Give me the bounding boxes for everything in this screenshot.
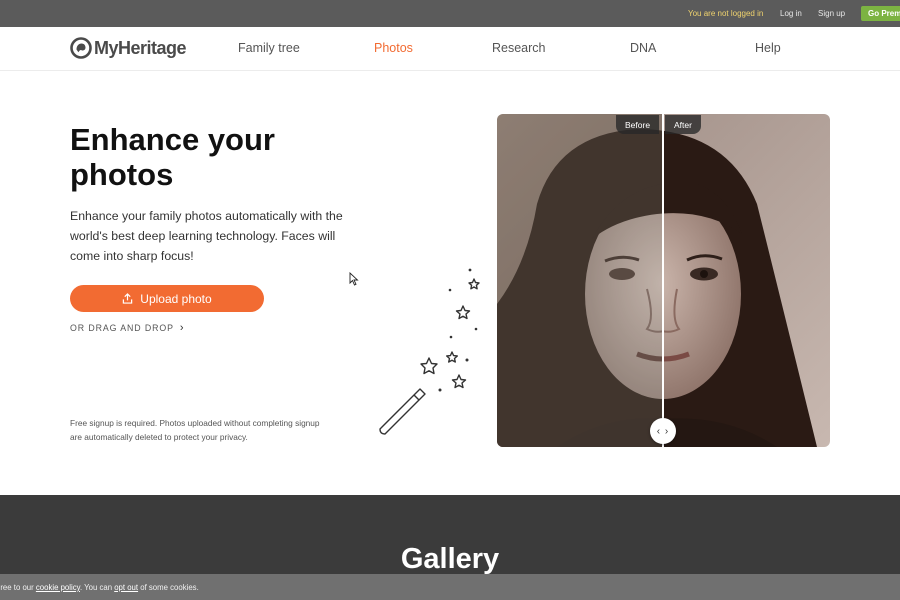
nav-item-family-tree[interactable]: Family tree <box>238 41 300 55</box>
cookie-banner: gree to our cookie policy. You can opt o… <box>0 574 900 600</box>
upload-icon <box>123 293 133 304</box>
cookie-policy-link[interactable]: cookie policy <box>36 583 80 592</box>
after-label: After <box>665 115 701 134</box>
upload-photo-label: Upload photo <box>140 291 212 306</box>
gallery-title: Gallery <box>400 543 500 575</box>
compare-handle-icon[interactable]: ‹ › <box>650 418 676 444</box>
upload-photo-button[interactable]: Upload photo <box>70 285 264 312</box>
nav-item-help[interactable]: Help <box>755 41 781 55</box>
portrait-illustration <box>497 114 830 447</box>
cursor-icon <box>349 272 359 286</box>
nav-item-research[interactable]: Research <box>492 41 546 55</box>
nav-item-dna[interactable]: DNA <box>630 41 656 55</box>
privacy-fine-print: Free signup is required. Photos uploaded… <box>70 418 320 442</box>
opt-out-link[interactable]: opt out <box>114 583 138 592</box>
star-icon <box>455 305 471 320</box>
chevron-right-icon: › <box>179 322 185 334</box>
signup-link[interactable]: Sign up <box>818 9 845 18</box>
brand-name: MyHeritage <box>94 37 187 58</box>
star-icon <box>468 278 480 290</box>
before-after-photo[interactable] <box>497 114 830 447</box>
magic-wand-icon <box>379 268 480 435</box>
page-title: Enhance your photos <box>70 122 275 192</box>
top-utility-bar: You are not logged in Log in Sign up Go … <box>0 0 900 27</box>
star-icon <box>451 374 467 389</box>
go-premium-button[interactable]: Go Premium <box>861 6 900 21</box>
main-nav: MyHeritage Family tree Photos Research D… <box>0 27 900 71</box>
login-link[interactable]: Log in <box>780 9 802 18</box>
nav-item-photos[interactable]: Photos <box>374 41 413 55</box>
star-icon <box>420 357 438 375</box>
before-label: Before <box>616 115 660 134</box>
cookie-text-prefix: gree to our <box>0 583 34 592</box>
login-status-text: You are not logged in <box>688 9 764 18</box>
cookie-text-suffix: of some cookies. <box>138 583 199 592</box>
myheritage-logo-icon <box>70 37 92 59</box>
logo[interactable]: MyHeritage <box>70 37 187 59</box>
hero-description: Enhance your family photos automatically… <box>70 209 343 263</box>
star-icon <box>446 351 458 363</box>
drag-and-drop-label: OR DRAG AND DROP <box>70 323 174 333</box>
drag-and-drop-link[interactable]: OR DRAG AND DROP › <box>70 322 184 334</box>
cookie-text-middle: . You can <box>79 583 115 592</box>
